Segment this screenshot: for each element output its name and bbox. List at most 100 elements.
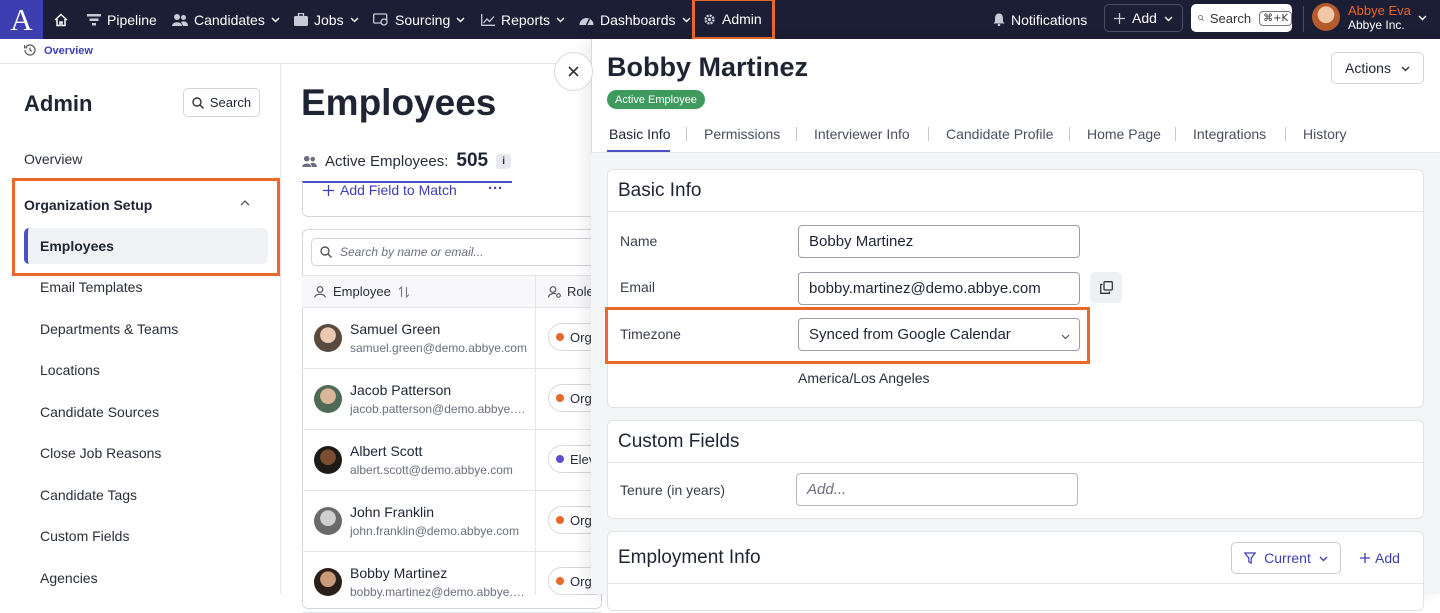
info-icon[interactable]: i bbox=[496, 153, 512, 169]
nav-reports[interactable]: Reports bbox=[481, 0, 565, 39]
tab-interviewer-info[interactable]: Interviewer Info bbox=[814, 126, 910, 142]
table-row[interactable]: Jacob Patterson jacob.patterson@demo.abb… bbox=[302, 369, 608, 430]
chevron-down-icon bbox=[682, 17, 690, 23]
copy-email-button[interactable] bbox=[1090, 272, 1122, 303]
sidebar-item-employees[interactable]: Employees bbox=[24, 228, 268, 264]
sidebar-item-departments-teams[interactable]: Departments & Teams bbox=[40, 321, 178, 337]
sidebar-item-overview[interactable]: Overview bbox=[24, 151, 82, 167]
employee-name[interactable]: John Franklin bbox=[350, 504, 434, 520]
user-avatar[interactable] bbox=[1312, 3, 1340, 31]
tab-candidate-profile[interactable]: Candidate Profile bbox=[946, 126, 1053, 142]
table-row[interactable]: John Franklin john.franklin@demo.abbye.c… bbox=[302, 491, 608, 552]
person-icon bbox=[314, 285, 326, 298]
tab-permissions[interactable]: Permissions bbox=[704, 126, 780, 142]
sidebar-item-custom-fields[interactable]: Custom Fields bbox=[40, 528, 129, 544]
custom-fields-title: Custom Fields bbox=[618, 431, 740, 452]
name-value: Bobby Martinez bbox=[809, 233, 914, 250]
nav-dashboards[interactable]: Dashboards bbox=[579, 0, 691, 39]
breadcrumb-overview-link[interactable]: Overview bbox=[44, 45, 93, 57]
more-options-button[interactable]: ··· bbox=[488, 180, 503, 197]
sidebar-search-button[interactable]: Search bbox=[183, 88, 260, 117]
tab-divider bbox=[796, 127, 797, 141]
tab-basic-info[interactable]: Basic Info bbox=[609, 126, 670, 142]
sidebar-item-agencies[interactable]: Agencies bbox=[40, 570, 98, 586]
nav-pipeline-label: Pipeline bbox=[107, 11, 157, 28]
employment-info-title: Employment Info bbox=[618, 547, 761, 568]
timezone-value: Synced from Google Calendar bbox=[809, 326, 1011, 343]
employee-name[interactable]: Jacob Patterson bbox=[350, 382, 451, 398]
nav-sourcing[interactable]: Sourcing bbox=[373, 0, 465, 39]
email-field[interactable]: bobby.martinez@demo.abbye.com bbox=[798, 272, 1080, 305]
user-name[interactable]: Abbye Eva bbox=[1348, 3, 1411, 18]
employment-filter-dropdown[interactable]: Current bbox=[1231, 542, 1341, 574]
close-panel-button[interactable] bbox=[554, 52, 593, 91]
column-header-role[interactable]: Role bbox=[548, 284, 594, 299]
home-button[interactable] bbox=[54, 0, 68, 39]
search-icon bbox=[192, 96, 204, 109]
user-org[interactable]: Abbye Inc. bbox=[1348, 18, 1405, 32]
sourcing-icon bbox=[373, 13, 388, 26]
global-search-button[interactable]: Search ⌘+K bbox=[1191, 4, 1292, 32]
status-badge: Active Employee bbox=[607, 90, 705, 109]
notifications-label: Notifications bbox=[1011, 11, 1088, 28]
sidebar-item-close-job-reasons[interactable]: Close Job Reasons bbox=[40, 445, 161, 461]
nav-candidates[interactable]: Candidates bbox=[172, 0, 280, 39]
sidebar-search-label: Search bbox=[209, 95, 252, 110]
add-label: Add bbox=[1132, 10, 1157, 26]
add-button[interactable]: Add bbox=[1104, 4, 1183, 32]
tab-divider bbox=[1285, 127, 1286, 141]
name-field[interactable]: Bobby Martinez bbox=[798, 225, 1080, 258]
employee-name[interactable]: Bobby Martinez bbox=[350, 565, 447, 581]
sidebar-item-email-templates[interactable]: Email Templates bbox=[40, 279, 142, 295]
tenure-input[interactable]: Add... bbox=[796, 473, 1078, 506]
tenure-label: Tenure (in years) bbox=[620, 482, 726, 498]
actions-dropdown[interactable]: Actions bbox=[1331, 52, 1424, 84]
chevron-down-icon bbox=[350, 17, 359, 23]
table-row[interactable]: Bobby Martinez bobby.martinez@demo.abbye… bbox=[302, 552, 608, 613]
nav-admin[interactable]: Admin bbox=[692, 0, 775, 40]
chevron-down-icon[interactable] bbox=[1418, 13, 1427, 22]
table-row[interactable]: Albert Scott albert.scott@demo.abbye.com… bbox=[302, 430, 608, 491]
tab-home-page[interactable]: Home Page bbox=[1087, 126, 1161, 142]
employee-search-input[interactable]: Search by name or email... bbox=[311, 238, 601, 266]
notifications-button[interactable]: Notifications bbox=[993, 0, 1087, 39]
tab-integrations[interactable]: Integrations bbox=[1193, 126, 1266, 142]
active-employees-count: 505 bbox=[456, 150, 489, 171]
top-nav-bar: A Pipeline Candidates Jobs Sourcing Repo… bbox=[0, 0, 1440, 40]
filter-icon bbox=[1244, 552, 1257, 564]
employee-name[interactable]: Samuel Green bbox=[350, 321, 440, 337]
filter-label: Current bbox=[1264, 550, 1311, 566]
search-placeholder: Search by name or email... bbox=[340, 245, 484, 259]
sidebar-item-candidate-tags[interactable]: Candidate Tags bbox=[40, 487, 137, 503]
role-dot bbox=[556, 516, 564, 524]
nav-jobs[interactable]: Jobs bbox=[294, 0, 359, 39]
tab-history[interactable]: History bbox=[1303, 126, 1347, 142]
add-field-to-match-button[interactable]: Add Field to Match bbox=[323, 182, 457, 198]
chevron-up-icon[interactable] bbox=[240, 199, 250, 207]
sidebar-title: Admin bbox=[24, 91, 93, 116]
sidebar-item-locations[interactable]: Locations bbox=[40, 362, 100, 378]
app-logo[interactable]: A bbox=[0, 0, 43, 39]
role-label: Org bbox=[570, 512, 592, 528]
nav-reports-label: Reports bbox=[501, 11, 551, 28]
timezone-select[interactable]: Synced from Google Calendar bbox=[798, 318, 1080, 351]
nav-pipeline[interactable]: Pipeline bbox=[87, 0, 157, 39]
add-employment-label: Add bbox=[1375, 550, 1400, 566]
card-divider bbox=[608, 211, 1423, 212]
table-row[interactable]: Samuel Green samuel.green@demo.abbye.com… bbox=[302, 308, 608, 369]
chevron-down-icon bbox=[456, 17, 465, 23]
chevron-down-icon bbox=[556, 17, 565, 23]
sort-icon[interactable] bbox=[398, 285, 410, 298]
employee-email: samuel.green@demo.abbye.com bbox=[350, 341, 527, 355]
employee-email: albert.scott@demo.abbye.com bbox=[350, 463, 513, 477]
add-employment-button[interactable]: Add bbox=[1360, 550, 1400, 566]
global-search-label: Search bbox=[1209, 10, 1252, 26]
chevron-down-icon bbox=[1061, 334, 1070, 340]
sidebar-item-candidate-sources[interactable]: Candidate Sources bbox=[40, 404, 159, 420]
employee-name[interactable]: Albert Scott bbox=[350, 443, 422, 459]
timezone-synced-value: America/Los Angeles bbox=[798, 370, 930, 386]
sidebar-group-organization-setup[interactable]: Organization Setup bbox=[24, 197, 152, 213]
column-header-employee[interactable]: Employee bbox=[314, 284, 410, 299]
actions-label: Actions bbox=[1345, 60, 1391, 76]
active-employees-tab[interactable]: Active Employees: 505 i bbox=[302, 150, 512, 172]
